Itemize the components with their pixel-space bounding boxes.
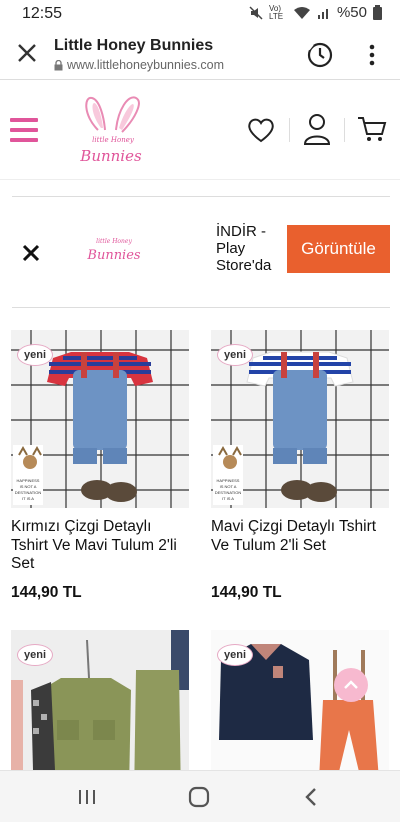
battery-icon [373,5,382,20]
url-display[interactable]: www.littlehoneybunnies.com [54,58,224,72]
wifi-icon [293,6,310,19]
close-icon [22,244,40,262]
svg-text:DESTINATION: DESTINATION [215,490,242,495]
banner-text: İNDİR - Play Store'da [216,223,272,274]
view-app-button[interactable]: Görüntüle [287,225,390,273]
product-card[interactable]: yeni [11,630,189,770]
status-bar: 12:55 Vo) LTE %50 [0,0,400,28]
svg-text:DESTINATION: DESTINATION [15,490,42,495]
close-icon [18,44,36,62]
wishlist-button[interactable] [246,116,276,144]
menu-button[interactable] [10,118,38,142]
recents-button[interactable] [74,785,100,809]
logo-top-text: little Honey [92,136,135,144]
cart-button[interactable] [356,114,388,144]
mute-icon [249,5,263,20]
back-icon [305,788,316,806]
app-download-banner: little Honey Bunnies İNDİR - Play Store'… [12,196,390,308]
user-icon [303,114,331,145]
svg-text:HAPPINESS: HAPPINESS [17,478,40,483]
recents-icon [79,790,95,804]
more-options-button[interactable] [362,40,382,70]
logo-bottom-text: Bunnies [79,147,142,165]
history-button[interactable] [305,40,335,70]
chevron-up-icon [344,680,358,689]
dismiss-banner-button[interactable] [22,237,40,269]
more-vert-icon [369,44,375,66]
banner-logo-top: little Honey [96,238,132,245]
home-icon [188,786,210,808]
network-label: Vo) LTE [268,3,284,21]
url-text: www.littlehoneybunnies.com [67,58,225,72]
close-tab-button[interactable] [14,40,40,66]
account-button[interactable] [302,112,332,146]
product-price: 144,90 TL [211,584,282,601]
signal-icon [317,8,328,19]
new-badge: yeni [17,344,53,366]
bunnies-logo-icon: little Honey Bunnies [86,238,141,263]
banner-logo-bottom: Bunnies [86,248,141,263]
lock-icon [54,59,63,70]
cart-icon [358,117,387,141]
svg-text:HAPPINESS: HAPPINESS [217,478,240,483]
bunny-logo-icon: little Honey Bunnies [79,96,142,165]
back-to-top-button[interactable] [334,668,368,702]
back-button[interactable] [298,785,324,809]
svg-text:IT IS A: IT IS A [222,496,234,501]
svg-text:IS NOT A: IS NOT A [20,484,37,489]
status-time: 12:55 [22,5,63,22]
new-badge: yeni [217,644,253,666]
heart-icon [248,118,274,143]
product-price: 144,90 TL [11,584,82,601]
new-badge: yeni [17,644,53,666]
page-title: Little Honey Bunnies [54,37,214,54]
battery-percent: %50 [336,4,367,21]
product-name[interactable]: Kırmızı Çizgi Detaylı Tshirt Ve Mavi Tul… [11,518,189,574]
product-card[interactable]: yeni [211,630,389,770]
site-header: little Honey Bunnies [0,80,400,180]
svg-text:IT IS A: IT IS A [22,496,34,501]
svg-text:IS NOT A: IS NOT A [220,484,237,489]
new-badge: yeni [217,344,253,366]
product-name[interactable]: Mavi Çizgi Detaylı Tshirt Ve Tulum 2'li … [211,518,389,555]
home-button[interactable] [186,785,212,809]
browser-toolbar: Little Honey Bunnies www.littlehoneybunn… [0,28,400,80]
history-icon [306,42,333,68]
banner-logo: little Honey Bunnies [84,231,144,267]
site-logo[interactable]: little Honey Bunnies [78,90,148,172]
system-navigation-bar [0,770,400,822]
